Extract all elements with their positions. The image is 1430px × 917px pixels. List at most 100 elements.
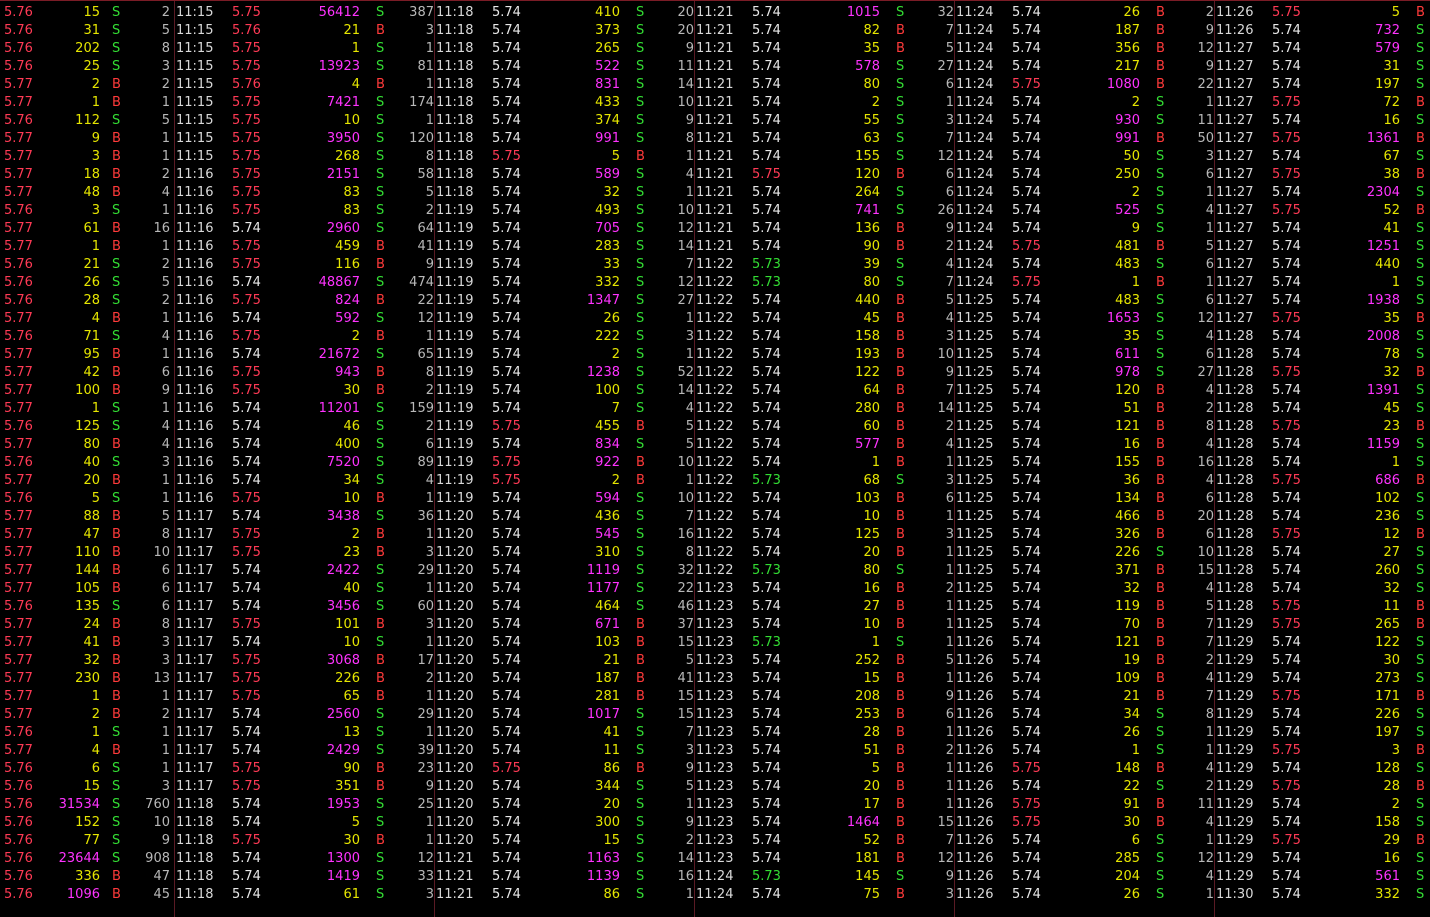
trade-row[interactable]: 11:24 5.74 930 S 11 bbox=[956, 112, 1214, 130]
trade-row[interactable]: 5.76 40 S 3 bbox=[0, 454, 174, 472]
trade-row[interactable]: 11:24 5.74 991 B 50 bbox=[956, 130, 1214, 148]
trade-row[interactable]: 11:21 5.74 55 S 3 bbox=[696, 112, 954, 130]
trade-row[interactable]: 5.77 100 B 9 bbox=[0, 382, 174, 400]
trade-row[interactable]: 11:19 5.74 222 S 3 bbox=[436, 328, 694, 346]
trade-row[interactable]: 11:21 5.74 741 S 26 bbox=[696, 202, 954, 220]
trade-row[interactable]: 11:25 5.74 70 B 7 bbox=[956, 616, 1214, 634]
trade-row[interactable]: 11:27 5.74 16 S bbox=[1216, 112, 1430, 130]
trade-row[interactable]: 11:17 5.74 2429 S 39 bbox=[176, 742, 434, 760]
trade-row[interactable]: 5.76 6 S 1 bbox=[0, 760, 174, 778]
trade-row[interactable]: 5.77 47 B 8 bbox=[0, 526, 174, 544]
trade-row[interactable]: 11:26 5.75 91 B 11 bbox=[956, 796, 1214, 814]
trade-row[interactable]: 11:26 5.75 30 B 4 bbox=[956, 814, 1214, 832]
trade-row[interactable]: 11:23 5.74 252 B 5 bbox=[696, 652, 954, 670]
trade-row[interactable]: 11:25 5.74 371 B 15 bbox=[956, 562, 1214, 580]
trade-row[interactable]: 11:29 5.74 30 S bbox=[1216, 652, 1430, 670]
trade-row[interactable]: 11:25 5.74 483 S 6 bbox=[956, 292, 1214, 310]
trade-row[interactable]: 11:18 5.75 30 B 1 bbox=[176, 832, 434, 850]
trade-row[interactable]: 5.77 80 B 4 bbox=[0, 436, 174, 454]
trade-row[interactable]: 11:21 5.74 80 S 6 bbox=[696, 76, 954, 94]
trade-row[interactable]: 11:28 5.74 236 S bbox=[1216, 508, 1430, 526]
trade-row[interactable]: 5.77 3 B 1 bbox=[0, 148, 174, 166]
trade-row[interactable]: 11:18 5.74 5 S 1 bbox=[176, 814, 434, 832]
trade-row[interactable]: 11:18 5.74 831 S 14 bbox=[436, 76, 694, 94]
trade-row[interactable]: 11:27 5.74 197 S bbox=[1216, 76, 1430, 94]
trade-row[interactable]: 11:29 5.74 2 S bbox=[1216, 796, 1430, 814]
trade-row[interactable]: 5.76 15 S 3 bbox=[0, 778, 174, 796]
trade-row[interactable]: 11:16 5.75 30 B 2 bbox=[176, 382, 434, 400]
trade-row[interactable]: 11:29 5.75 265 B bbox=[1216, 616, 1430, 634]
trade-row[interactable]: 11:17 5.74 2560 S 29 bbox=[176, 706, 434, 724]
trade-row[interactable]: 5.77 88 B 5 bbox=[0, 508, 174, 526]
trade-row[interactable]: 11:18 5.74 410 S 20 bbox=[436, 4, 694, 22]
trade-row[interactable]: 11:17 5.75 2 B 1 bbox=[176, 526, 434, 544]
trade-row[interactable]: 11:20 5.74 21 B 5 bbox=[436, 652, 694, 670]
trade-row[interactable]: 11:27 5.74 440 S bbox=[1216, 256, 1430, 274]
trade-row[interactable]: 5.77 24 B 8 bbox=[0, 616, 174, 634]
trade-row[interactable]: 11:19 5.75 455 B 5 bbox=[436, 418, 694, 436]
trade-row[interactable]: 5.76 112 S 5 bbox=[0, 112, 174, 130]
trade-row[interactable]: 11:27 5.75 72 B bbox=[1216, 94, 1430, 112]
trade-row[interactable]: 11:30 5.74 332 S bbox=[1216, 886, 1430, 904]
trade-row[interactable]: 5.77 20 B 1 bbox=[0, 472, 174, 490]
trade-row[interactable]: 11:27 5.74 1938 S bbox=[1216, 292, 1430, 310]
trade-row[interactable]: 11:29 5.75 29 B bbox=[1216, 832, 1430, 850]
trade-row[interactable]: 11:22 5.74 280 B 14 bbox=[696, 400, 954, 418]
trade-row[interactable]: 11:23 5.74 181 B 12 bbox=[696, 850, 954, 868]
trade-row[interactable]: 11:26 5.74 285 S 12 bbox=[956, 850, 1214, 868]
trade-row[interactable]: 11:24 5.74 50 S 3 bbox=[956, 148, 1214, 166]
trade-row[interactable]: 5.76 202 S 8 bbox=[0, 40, 174, 58]
trade-row[interactable]: 11:25 5.74 155 B 16 bbox=[956, 454, 1214, 472]
trade-row[interactable]: 11:19 5.74 705 S 12 bbox=[436, 220, 694, 238]
trade-row[interactable]: 11:22 5.73 80 S 1 bbox=[696, 562, 954, 580]
trade-row[interactable]: 11:23 5.74 27 B 1 bbox=[696, 598, 954, 616]
trade-row[interactable]: 5.76 3 S 1 bbox=[0, 202, 174, 220]
trade-row[interactable]: 11:19 5.74 594 S 10 bbox=[436, 490, 694, 508]
trade-row[interactable]: 11:27 5.74 1 S bbox=[1216, 274, 1430, 292]
trade-row[interactable]: 11:23 5.74 16 B 2 bbox=[696, 580, 954, 598]
trade-row[interactable]: 11:25 5.74 16 B 4 bbox=[956, 436, 1214, 454]
trade-row[interactable]: 5.76 31534 S 760 bbox=[0, 796, 174, 814]
trade-row[interactable]: 5.77 2 B 2 bbox=[0, 76, 174, 94]
trade-row[interactable]: 11:17 5.75 3068 B 17 bbox=[176, 652, 434, 670]
trade-row[interactable]: 11:22 5.74 64 B 7 bbox=[696, 382, 954, 400]
trade-row[interactable]: 11:19 5.74 2 S 1 bbox=[436, 346, 694, 364]
trade-row[interactable]: 5.76 77 S 9 bbox=[0, 832, 174, 850]
trade-row[interactable]: 11:22 5.74 103 B 6 bbox=[696, 490, 954, 508]
trade-row[interactable]: 11:23 5.74 51 B 2 bbox=[696, 742, 954, 760]
trade-row[interactable]: 11:26 5.74 109 B 4 bbox=[956, 670, 1214, 688]
trade-row[interactable]: 11:18 5.74 61 S 3 bbox=[176, 886, 434, 904]
trade-row[interactable]: 11:27 5.74 41 S bbox=[1216, 220, 1430, 238]
trade-row[interactable]: 11:20 5.74 1017 S 15 bbox=[436, 706, 694, 724]
trade-row[interactable]: 11:28 5.74 102 S bbox=[1216, 490, 1430, 508]
trade-row[interactable]: 5.77 110 B 10 bbox=[0, 544, 174, 562]
trade-row[interactable]: 11:29 5.74 16 S bbox=[1216, 850, 1430, 868]
trade-row[interactable]: 11:23 5.74 20 B 1 bbox=[696, 778, 954, 796]
trade-row[interactable]: 11:25 5.74 326 B 6 bbox=[956, 526, 1214, 544]
trade-row[interactable]: 11:27 5.74 2304 S bbox=[1216, 184, 1430, 202]
trade-row[interactable]: 5.77 2 B 2 bbox=[0, 706, 174, 724]
trade-row[interactable]: 5.76 135 S 6 bbox=[0, 598, 174, 616]
trade-row[interactable]: 11:19 5.74 1238 S 52 bbox=[436, 364, 694, 382]
trade-row[interactable]: 11:17 5.75 351 B 9 bbox=[176, 778, 434, 796]
trade-row[interactable]: 5.76 15 S 2 bbox=[0, 4, 174, 22]
trade-row[interactable]: 5.76 336 B 47 bbox=[0, 868, 174, 886]
trade-row[interactable]: 5.77 41 B 3 bbox=[0, 634, 174, 652]
trade-row[interactable]: 11:29 5.75 28 B bbox=[1216, 778, 1430, 796]
trade-row[interactable]: 11:20 5.74 187 B 41 bbox=[436, 670, 694, 688]
trade-row[interactable]: 5.77 32 B 3 bbox=[0, 652, 174, 670]
trade-row[interactable]: 11:16 5.75 83 S 2 bbox=[176, 202, 434, 220]
trade-row[interactable]: 11:24 5.74 483 S 6 bbox=[956, 256, 1214, 274]
trade-row[interactable]: 5.76 26 S 5 bbox=[0, 274, 174, 292]
trade-row[interactable]: 11:18 5.74 589 S 4 bbox=[436, 166, 694, 184]
trade-row[interactable]: 11:22 5.74 10 B 1 bbox=[696, 508, 954, 526]
trade-row[interactable]: 11:22 5.74 1 B 1 bbox=[696, 454, 954, 472]
trade-row[interactable]: 5.77 105 B 6 bbox=[0, 580, 174, 598]
trade-row[interactable]: 11:24 5.74 217 B 9 bbox=[956, 58, 1214, 76]
trade-row[interactable]: 11:29 5.74 128 S bbox=[1216, 760, 1430, 778]
trade-row[interactable]: 11:17 5.75 65 B 1 bbox=[176, 688, 434, 706]
trade-row[interactable]: 11:15 5.76 21 B 3 bbox=[176, 22, 434, 40]
trade-row[interactable]: 11:26 5.74 121 B 7 bbox=[956, 634, 1214, 652]
trade-row[interactable]: 11:24 5.74 187 B 9 bbox=[956, 22, 1214, 40]
trade-row[interactable]: 11:23 5.74 28 B 1 bbox=[696, 724, 954, 742]
